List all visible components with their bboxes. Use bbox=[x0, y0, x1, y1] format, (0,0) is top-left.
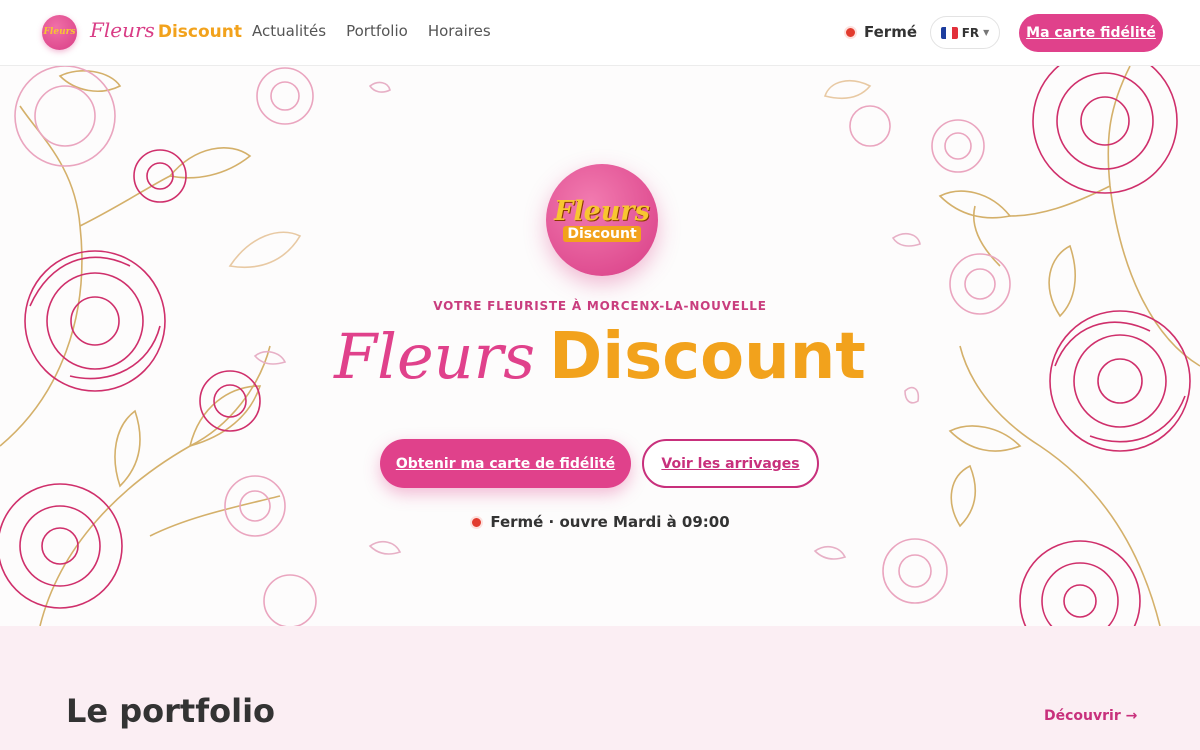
language-code: FR bbox=[961, 25, 980, 40]
hero-kicker: VOTRE FLEURISTE À MORCENX-LA-NOUVELLE bbox=[433, 299, 767, 313]
status-label: Fermé bbox=[864, 23, 918, 41]
discover-link[interactable]: Découvrir → bbox=[1044, 708, 1137, 724]
portfolio-heading: Le portfolio bbox=[66, 692, 276, 730]
caret-down-icon: ▼ bbox=[983, 28, 990, 37]
hero-status-text: Fermé · ouvre Mardi à 09:00 bbox=[490, 513, 730, 531]
main-nav: Actualités Portfolio Horaires bbox=[252, 22, 491, 40]
opening-status: Fermé bbox=[844, 23, 917, 41]
status-dot-icon bbox=[844, 25, 857, 39]
hero-logo: Fleurs Discount bbox=[546, 164, 658, 276]
hero-title: Fleurs Discount bbox=[0, 320, 1200, 394]
nav-item-portfolio[interactable]: Portfolio bbox=[346, 22, 408, 40]
nav-item-actualites[interactable]: Actualités bbox=[252, 22, 326, 40]
loyalty-card-button[interactable]: Ma carte fidélité bbox=[1019, 14, 1163, 52]
portfolio-section: Le portfolio Découvrir → bbox=[0, 626, 1200, 750]
site-header: Fleurs Fleurs Discount Actualités Portfo… bbox=[0, 0, 1200, 66]
nav-item-horaires[interactable]: Horaires bbox=[428, 22, 491, 40]
logo-badge[interactable]: Fleurs bbox=[42, 15, 77, 50]
hero-title-bold: Discount bbox=[549, 320, 866, 394]
french-flag-icon bbox=[940, 26, 958, 39]
hero-title-script: Fleurs bbox=[334, 320, 536, 393]
hero-logo-bold: Discount bbox=[563, 226, 641, 242]
hero-logo-script: Fleurs bbox=[554, 196, 650, 227]
get-loyalty-card-button[interactable]: Obtenir ma carte de fidélité bbox=[380, 439, 631, 488]
brand-bold: Discount bbox=[157, 22, 242, 42]
view-arrivals-button[interactable]: Voir les arrivages bbox=[642, 439, 819, 488]
status-dot-icon bbox=[470, 515, 484, 529]
language-selector[interactable]: FR ▼ bbox=[930, 16, 1000, 49]
hero-opening-status: Fermé · ouvre Mardi à 09:00 bbox=[0, 513, 1200, 531]
hero-section: Fleurs Discount VOTRE FLEURISTE À MORCEN… bbox=[0, 66, 1200, 626]
brand-wordmark[interactable]: Fleurs Discount bbox=[90, 18, 242, 42]
brand-script: Fleurs bbox=[90, 18, 155, 42]
logo-mini-script: Fleurs bbox=[43, 27, 76, 37]
